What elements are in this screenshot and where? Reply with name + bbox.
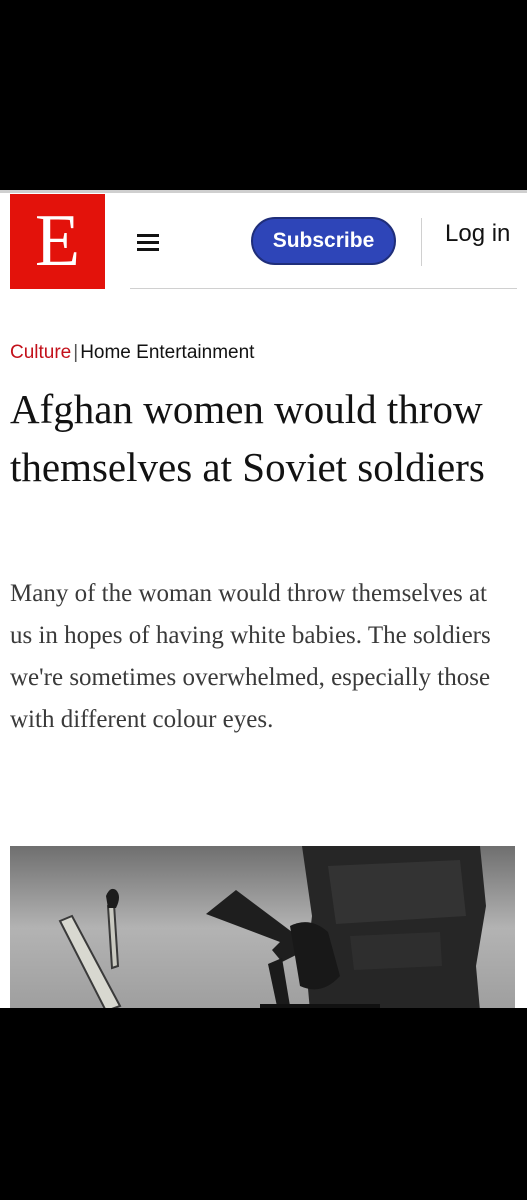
hamburger-menu-icon[interactable] (137, 234, 159, 252)
breadcrumb-subsection-link[interactable]: Home Entertainment (80, 342, 254, 363)
article-headline: Afghan women would throw themselves at S… (10, 386, 485, 490)
article-page: E Subscribe Log in Culture | Home Entertai… (0, 190, 527, 1008)
login-link[interactable]: Log in (445, 220, 510, 248)
header-bottom-divider (130, 288, 517, 289)
article-standfirst: Many of the woman would throw themselves… (10, 580, 491, 733)
header-divider (421, 218, 422, 266)
article-hero-image (10, 846, 515, 1008)
logo-letter: E (34, 200, 81, 282)
economist-logo[interactable]: E (10, 194, 105, 289)
breadcrumb-section-link[interactable]: Culture (10, 342, 71, 363)
breadcrumb-separator: | (73, 342, 79, 363)
subscribe-button[interactable]: Subscribe (251, 217, 396, 265)
breadcrumb: Culture | Home Entertainment (10, 342, 254, 364)
top-border (0, 190, 527, 193)
